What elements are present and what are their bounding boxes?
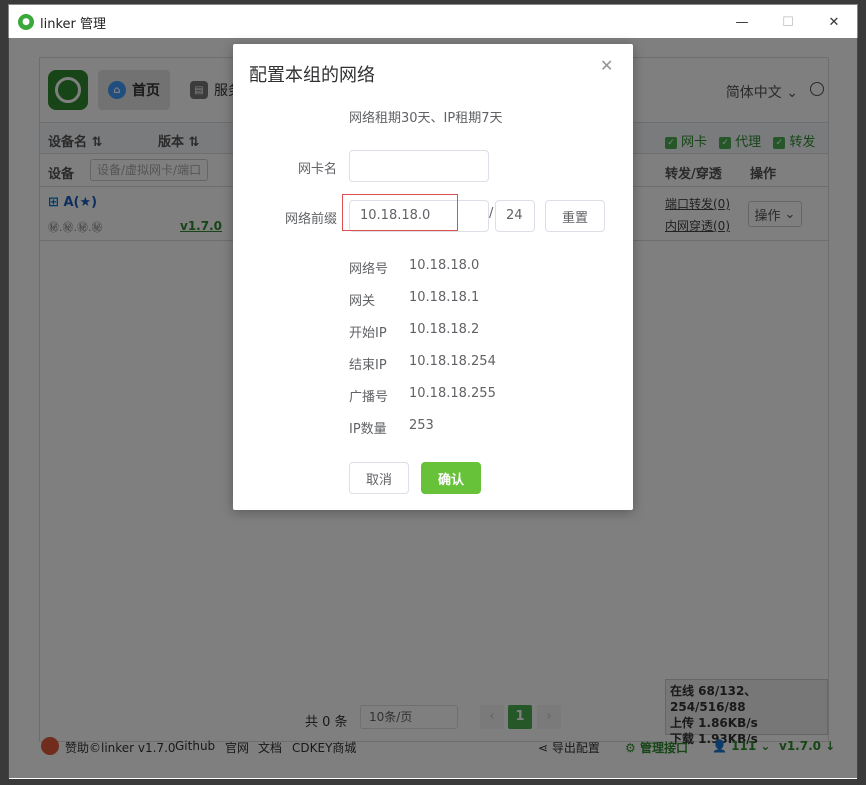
- info-gateway-value: 10.18.18.1: [409, 290, 480, 305]
- network-config-dialog: 配置本组的网络 ✕ 网络租期30天、IP租期7天 网卡名 网络前缀 10.18.…: [233, 44, 633, 510]
- info-broadcast-value: 10.18.18.255: [409, 386, 496, 401]
- dialog-subtitle: 网络租期30天、IP租期7天: [349, 111, 503, 126]
- dialog-title: 配置本组的网络: [249, 65, 375, 86]
- prefix-label: 网络前缀: [284, 212, 337, 227]
- linker-app-icon: ●: [18, 14, 34, 30]
- nic-name-input[interactable]: [349, 150, 489, 182]
- confirm-button[interactable]: 确认: [421, 462, 481, 494]
- window-title: linker 管理: [40, 16, 107, 32]
- close-window-button[interactable]: ✕: [811, 5, 857, 39]
- highlight-box: [342, 194, 458, 231]
- cancel-button[interactable]: 取消: [349, 462, 409, 494]
- close-icon[interactable]: ✕: [600, 56, 613, 75]
- mask-separator: /: [489, 206, 494, 221]
- mask-input[interactable]: 24: [495, 200, 535, 232]
- info-end-value: 10.18.18.254: [409, 354, 496, 369]
- minimize-button[interactable]: —: [719, 5, 765, 39]
- reset-button[interactable]: 重置: [545, 200, 605, 232]
- title-bar: ● linker 管理 — ☐ ✕: [9, 5, 857, 39]
- maximize-button[interactable]: ☐: [765, 5, 811, 39]
- info-start-label: 开始IP: [349, 326, 387, 341]
- nic-name-label: 网卡名: [297, 162, 337, 177]
- info-network-label: 网络号: [349, 262, 389, 277]
- info-ipcount-value: 253: [409, 418, 434, 433]
- info-gateway-label: 网关: [349, 294, 376, 309]
- info-end-label: 结束IP: [349, 358, 387, 373]
- info-ipcount-label: IP数量: [349, 422, 387, 437]
- info-broadcast-label: 广播号: [349, 390, 389, 405]
- info-start-value: 10.18.18.2: [409, 322, 480, 337]
- info-network-value: 10.18.18.0: [409, 258, 480, 273]
